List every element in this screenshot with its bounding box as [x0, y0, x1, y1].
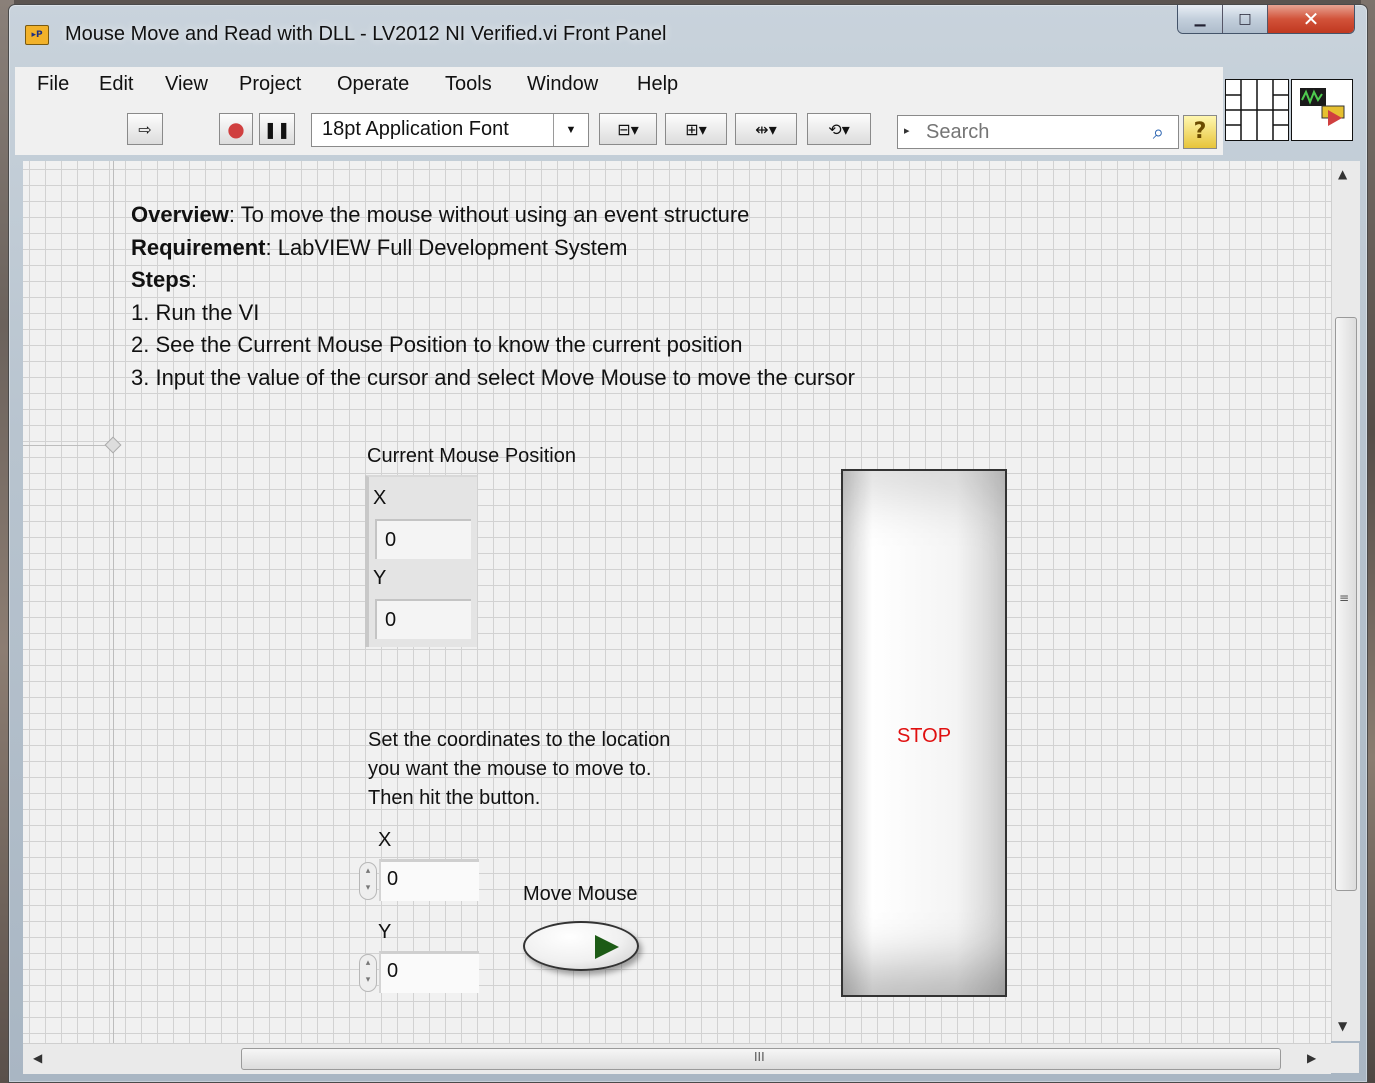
abort-button[interactable]: ●	[219, 113, 253, 145]
minimize-button[interactable]: ▁	[1178, 5, 1223, 33]
origin-marker	[104, 436, 122, 454]
instructions-text: Set the coordinates to the location you …	[368, 726, 670, 813]
text-settings-dropdown[interactable]: 18pt Application Font ▼	[311, 113, 589, 147]
caption-buttons: ▁ □ ✕	[1177, 5, 1355, 34]
stop-button[interactable]: STOP	[841, 469, 1007, 997]
menu-edit[interactable]: Edit	[99, 73, 133, 96]
maximize-button[interactable]: □	[1223, 5, 1268, 33]
front-panel-window: ▸P Mouse Move and Read with DLL - LV2012…	[8, 4, 1368, 1083]
context-help-button[interactable]: ?	[1183, 115, 1217, 149]
menu-operate[interactable]: Operate	[337, 73, 409, 96]
step-item: 3. Input the value of the cursor and sel…	[131, 364, 855, 390]
vi-icon[interactable]	[1291, 79, 1353, 141]
current-y-indicator: 0	[375, 599, 471, 639]
requirement-label: Requirement	[131, 234, 266, 260]
distribute-objects-button[interactable]: ⊞▾	[665, 113, 727, 145]
move-mouse-button[interactable]	[523, 921, 639, 971]
title-bar[interactable]: ▸P Mouse Move and Read with DLL - LV2012…	[9, 5, 1367, 61]
menu-file[interactable]: File	[37, 73, 69, 96]
pause-button[interactable]: ❚❚	[259, 113, 295, 145]
instruction-line: you want the mouse to move to.	[368, 758, 652, 780]
overview-text-block: Overview: To move the mouse without usin…	[131, 199, 855, 394]
scroll-up-icon[interactable]: ▲	[1338, 167, 1347, 181]
front-panel-canvas[interactable]: Overview: To move the mouse without usin…	[23, 161, 1331, 1045]
resize-objects-button[interactable]: ⇹▾	[735, 113, 797, 145]
font-setting-value: 18pt Application Font	[322, 118, 509, 140]
scroll-right-icon[interactable]: ▶	[1307, 1051, 1316, 1065]
overview-text: : To move the mouse without using an eve…	[228, 202, 750, 227]
connector-pane-grid-icon	[1226, 80, 1288, 140]
instruction-line: Set the coordinates to the location	[368, 729, 671, 751]
steps-colon: :	[190, 267, 198, 292]
menu-tools[interactable]: Tools	[445, 73, 492, 96]
menu-window[interactable]: Window	[527, 73, 598, 96]
toolbar: ⇨ ● ❚❚ 18pt Application Font ▼ ⊟▾ ⊞▾ ⇹▾ …	[15, 103, 1223, 155]
scroll-down-icon[interactable]: ▼	[1338, 1019, 1347, 1033]
steps-label: Steps	[131, 267, 191, 292]
chevron-down-icon: ▼	[553, 114, 588, 146]
y-increment-decrement-icon[interactable]: ▴ ▾	[359, 954, 377, 992]
step-item: 2. See the Current Mouse Position to kno…	[131, 332, 743, 357]
instruction-line: Then hit the button.	[368, 787, 541, 809]
run-button[interactable]: ⇨	[127, 113, 163, 145]
search-icon[interactable]: ⌕	[1153, 120, 1164, 144]
horizontal-scrollbar[interactable]: ◀ III ▶	[23, 1043, 1331, 1074]
overview-line: Overview: To move the mouse without usin…	[131, 199, 855, 232]
set-y-control[interactable]: ▴ ▾ 0	[359, 951, 479, 993]
menu-project[interactable]: Project	[239, 73, 301, 96]
current-mouse-position-label: Current Mouse Position	[367, 445, 576, 467]
scroll-left-icon[interactable]: ◀	[33, 1051, 42, 1065]
set-x-control[interactable]: ▴ ▾ 0	[359, 859, 479, 901]
menu-help[interactable]: Help	[637, 73, 678, 96]
reorder-button[interactable]: ⟲▾	[807, 113, 871, 145]
origin-line-horizontal	[23, 445, 113, 446]
current-mouse-position-cluster: X 0 Y 0	[365, 475, 477, 647]
overview-label: Overview	[131, 202, 229, 227]
move-mouse-label: Move Mouse	[523, 883, 638, 905]
x-increment-decrement-icon[interactable]: ▴ ▾	[359, 862, 377, 900]
close-button[interactable]: ✕	[1268, 5, 1354, 33]
horizontal-grip-icon: III	[754, 1050, 765, 1064]
search-field[interactable]: ▸ ⌕	[897, 115, 1179, 149]
set-y-value[interactable]: 0	[387, 960, 398, 983]
search-input[interactable]	[926, 119, 1126, 145]
step-item: 1. Run the VI	[131, 299, 260, 325]
set-y-label: Y	[378, 921, 392, 943]
menu-bar: File Edit View Project Operate Tools Win…	[15, 67, 1223, 103]
requirement-line: Requirement: LabVIEW Full Development Sy…	[131, 232, 855, 265]
stop-button-label: STOP	[896, 725, 952, 747]
menu-view[interactable]: View	[165, 73, 208, 96]
window-title: Mouse Move and Read with DLL - LV2012 NI…	[65, 23, 667, 45]
vi-icon-graphic	[1300, 88, 1345, 126]
resize-grip-icon[interactable]	[1331, 1043, 1359, 1073]
origin-line-vertical	[113, 161, 114, 1045]
labview-vi-icon[interactable]: ▸P	[25, 25, 49, 45]
search-options-icon[interactable]: ▸	[904, 124, 910, 137]
vertical-grip-icon: ≡	[1339, 591, 1350, 605]
steps-line: Steps:	[131, 264, 855, 297]
set-x-label: X	[378, 829, 392, 851]
align-objects-button[interactable]: ⊟▾	[599, 113, 657, 145]
connector-pane-icon[interactable]	[1225, 79, 1289, 141]
horizontal-scroll-thumb[interactable]: III	[241, 1048, 1281, 1070]
set-x-value[interactable]: 0	[387, 868, 398, 891]
current-x-label: X	[373, 487, 387, 509]
vertical-scrollbar[interactable]: ▲ ≡ ▼	[1331, 161, 1360, 1041]
current-x-indicator: 0	[375, 519, 471, 559]
current-y-label: Y	[373, 567, 387, 589]
play-arrow-icon	[595, 935, 619, 959]
requirement-text: : LabVIEW Full Development System	[265, 234, 628, 260]
